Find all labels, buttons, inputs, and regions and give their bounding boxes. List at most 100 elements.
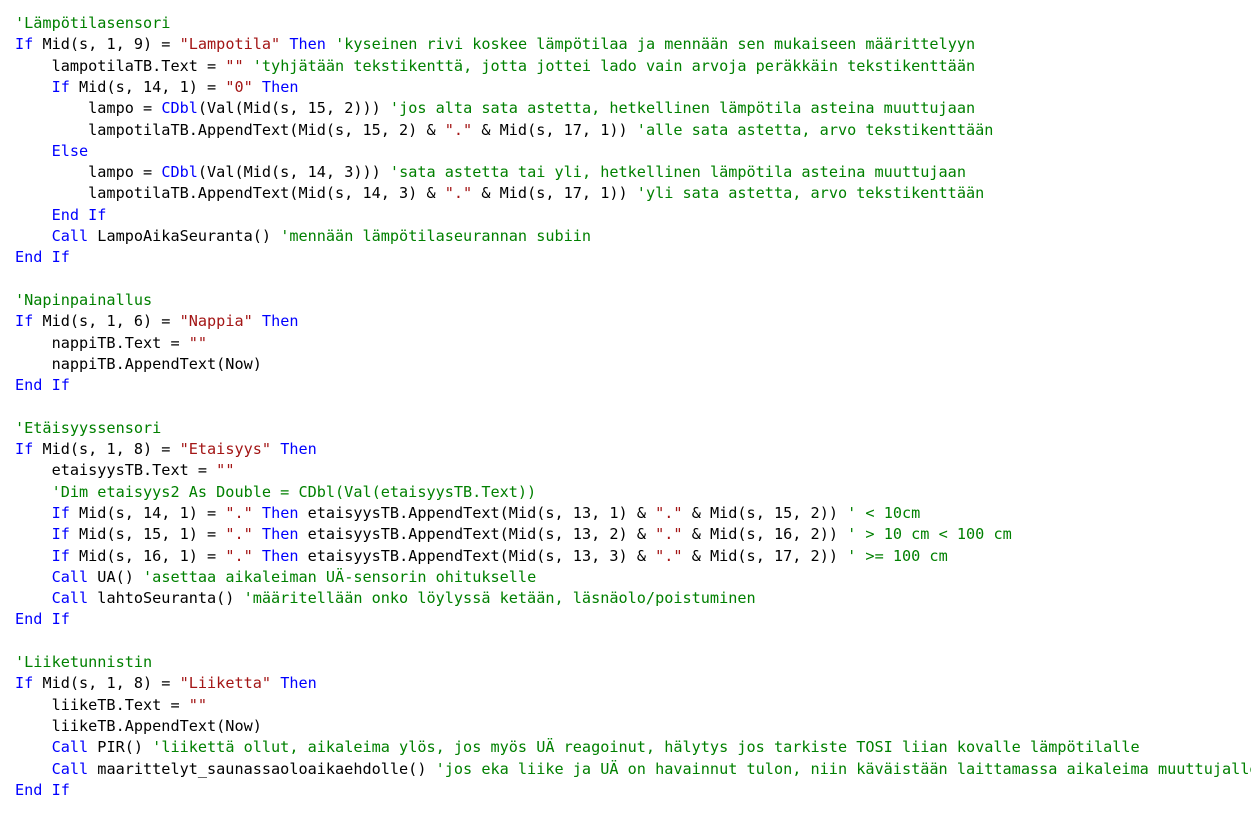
code-token: & Mid(s, 17, 1)): [472, 120, 637, 139]
code-line: End If: [15, 375, 70, 396]
code-line: nappiTB.Text = "": [15, 333, 207, 354]
keyword-token: Call: [51, 567, 89, 586]
code-token: Mid(s, 14, 1) =: [69, 77, 226, 96]
code-line: If Mid(s, 14, 1) = "." Then etaisyysTB.A…: [15, 503, 921, 524]
code-line: 'Liiketunnistin: [15, 652, 152, 673]
code-line: lampo = CDbl(Val(Mid(s, 15, 2))) 'jos al…: [15, 98, 975, 119]
comment-token: 'tyhjätään tekstikenttä, jotta jottei la…: [252, 56, 976, 75]
comment-token: 'sata astetta tai yli, hetkellinen lämpö…: [389, 163, 966, 182]
code-token: Mid(s, 14, 1) =: [69, 503, 226, 522]
keyword-token: If: [51, 503, 70, 522]
comment-token: 'alle sata astetta, arvo tekstikenttään: [636, 120, 994, 139]
keyword-token: Then: [261, 312, 299, 331]
keyword-token: End If: [15, 780, 70, 799]
comment-token: ' > 10 cm < 100 cm: [847, 525, 1012, 544]
code-token: liikeTB.Text =: [15, 695, 189, 714]
code-token: lahtoSeuranta(): [88, 589, 244, 608]
code-line: If Mid(s, 1, 8) = "Liiketta" Then: [15, 673, 317, 694]
string-token: "Liiketta": [179, 674, 272, 693]
string-token: ".": [225, 503, 253, 522]
string-token: ".": [444, 120, 473, 139]
comment-token: 'jos eka liike ja UÄ on havainnut tulon,…: [435, 759, 1251, 778]
code-token: lampo =: [15, 99, 162, 118]
code-line: 'Lämpötilasensori: [15, 13, 170, 34]
code-token: lampo =: [15, 163, 162, 182]
keyword-token: End If: [15, 248, 70, 267]
code-line: lampotilaTB.Text = "" 'tyhjätään tekstik…: [15, 56, 976, 77]
code-line: Call PIR() 'liikettä ollut, aikaleima yl…: [15, 737, 1140, 758]
keyword-token: CDbl: [161, 163, 198, 182]
string-token: "": [225, 56, 244, 75]
comment-token: 'Napinpainallus: [15, 290, 153, 309]
comment-token: 'määritellään onko löylyssä ketään, läsn…: [243, 589, 756, 608]
string-token: ".": [444, 184, 473, 203]
code-line: nappiTB.AppendText(Now): [15, 354, 262, 375]
code-line: lampotilaTB.AppendText(Mid(s, 15, 2) & "…: [15, 120, 993, 141]
code-token: etaisyysTB.AppendText(Mid(s, 13, 3) &: [298, 546, 656, 565]
code-line: If Mid(s, 14, 1) = "0" Then: [15, 77, 299, 98]
keyword-token: Then: [261, 525, 299, 544]
keyword-token: Call: [51, 227, 89, 245]
code-line: Call lahtoSeuranta() 'määritellään onko …: [15, 588, 756, 609]
code-token: Mid(s, 16, 1) =: [69, 546, 226, 565]
code-token: & Mid(s, 16, 2)): [682, 525, 848, 544]
code-token: PIR(): [88, 738, 153, 757]
code-token: etaisyysTB.Text =: [15, 461, 217, 480]
keyword-token: Then: [261, 77, 299, 96]
code-line: Else: [15, 141, 89, 162]
string-token: "": [188, 695, 208, 714]
code-token: lampotilaTB.AppendText(Mid(s, 15, 2) &: [15, 120, 445, 139]
keyword-token: If: [15, 674, 34, 693]
code-line: End If: [15, 780, 70, 801]
string-token: "Etaisyys": [179, 440, 272, 458]
code-line: Call UA() 'asettaa aikaleiman UÄ-sensori…: [15, 567, 537, 588]
comment-token: 'jos alta sata astetta, hetkellinen lämp…: [389, 99, 976, 118]
keyword-token: End If: [15, 610, 70, 629]
keyword-token: Then: [280, 674, 317, 693]
comment-token: 'yli sata astetta, arvo tekstikenttään: [636, 184, 985, 203]
keyword-token: If: [15, 312, 34, 331]
comment-token: 'Etäisyyssensori: [15, 418, 162, 437]
comment-token: 'Liiketunnistin: [15, 653, 153, 671]
keyword-token: Else: [51, 141, 89, 160]
code-line: If Mid(s, 16, 1) = "." Then etaisyysTB.A…: [15, 546, 948, 567]
keyword-token: If: [15, 440, 34, 458]
code-token: etaisyysTB.AppendText(Mid(s, 13, 1) &: [298, 503, 656, 522]
string-token: ".": [225, 525, 253, 544]
keyword-token: End If: [15, 376, 70, 395]
keyword-token: CDbl: [161, 99, 198, 118]
code-line: 'Napinpainallus: [15, 290, 152, 311]
keyword-token: If: [51, 525, 70, 544]
code-token: lampotilaTB.AppendText(Mid(s, 14, 3) &: [15, 184, 445, 203]
keyword-token: Then: [261, 503, 299, 522]
code-token: liikeTB.AppendText(Now): [15, 716, 262, 735]
keyword-token: Then: [289, 35, 326, 54]
code-token: Mid(s, 1, 6) =: [33, 312, 180, 331]
code-line: Call LampoAikaSeuranta() 'mennään lämpöt…: [15, 226, 592, 247]
code-line: 'Dim etaisyys2 As Double = CDbl(Val(etai…: [15, 482, 537, 503]
comment-token: 'mennään lämpötilaseurannan subiin: [280, 227, 592, 245]
comment-token: 'Lämpötilasensori: [15, 14, 171, 32]
code-editor[interactable]: 'Lämpötilasensori If Mid(s, 1, 9) = "Lamp…: [0, 0, 1251, 814]
code-line: If Mid(s, 1, 9) = "Lampotila" Then 'kyse…: [15, 34, 975, 55]
code-token: maarittelyt_saunassaoloaikaehdolle(): [88, 759, 436, 778]
code-line: liikeTB.Text = "": [15, 695, 207, 716]
string-token: ".": [655, 503, 683, 522]
code-token: (Val(Mid(s, 15, 2))): [197, 99, 390, 118]
keyword-token: Call: [51, 759, 89, 778]
code-line: lampotilaTB.AppendText(Mid(s, 14, 3) & "…: [15, 183, 984, 204]
string-token: "0": [225, 77, 253, 96]
string-token: ".": [655, 546, 683, 565]
